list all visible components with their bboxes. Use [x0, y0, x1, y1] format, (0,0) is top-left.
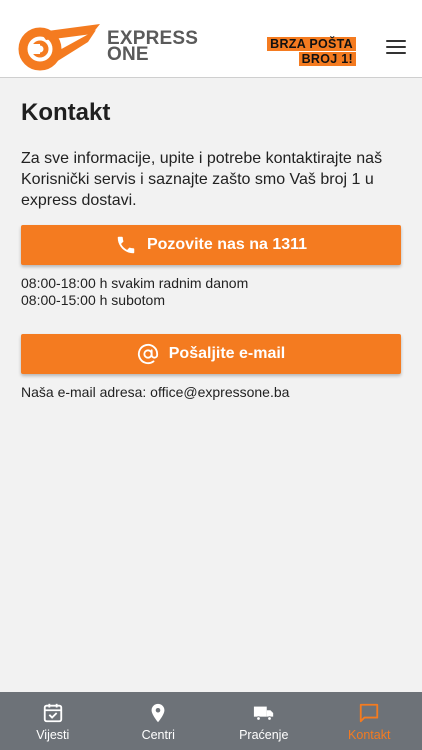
working-hours: 08:00-18:00 h svakim radnim danom 08:00-… [21, 275, 248, 309]
call-button-label: Pozovite nas na 1311 [146, 236, 308, 253]
tagline: BRZA POŠTA BROJ 1! [267, 35, 356, 66]
calendar-check-icon [43, 703, 62, 723]
at-sign-icon [137, 343, 158, 365]
nav-label-centri: Centri [141, 728, 175, 742]
top-header: EXPRESS ONE BRZA POŠTA BROJ 1! [0, 0, 422, 78]
nav-item-pracenje[interactable]: Praćenje [211, 692, 317, 750]
intro-text: Za sve informacije, upite i potrebe kont… [21, 150, 383, 209]
nav-item-vijesti[interactable]: Vijesti [0, 692, 106, 750]
app-root: EXPRESS ONE BRZA POŠTA BROJ 1! Kontakt Z… [0, 0, 422, 750]
tagline-line-1: BRZA POŠTA [267, 37, 356, 51]
nav-label-vijesti: Vijesti [36, 728, 70, 742]
nav-item-centri[interactable]: Centri [106, 692, 212, 750]
call-button[interactable]: Pozovite nas na 1311 [21, 225, 401, 265]
hours-weekdays: 08:00-18:00 h svakim radnim danom [21, 275, 249, 291]
nav-label-pracenje: Praćenje [239, 728, 289, 742]
email-address-text: Naša e-mail adresa: office@expressone.ba [21, 384, 290, 400]
hours-saturday: 08:00-15:00 h subotom [21, 292, 165, 308]
express-one-logo[interactable] [16, 22, 102, 74]
bottom-navigation: Vijesti Centri Praćenje Kontakt [0, 692, 422, 750]
brand-name: EXPRESS ONE [107, 29, 198, 65]
chat-icon [360, 703, 379, 723]
page-title: Kontakt [21, 99, 111, 126]
hamburger-menu-icon[interactable] [386, 40, 406, 56]
tagline-line-2: BROJ 1! [298, 52, 356, 66]
send-email-button[interactable]: Pošaljite e-mail [21, 334, 401, 374]
map-pin-icon [151, 703, 165, 723]
brand-line-2: ONE [107, 44, 149, 65]
truck-icon [253, 706, 273, 721]
phone-icon [117, 236, 135, 254]
email-button-label: Pošaljite e-mail [168, 345, 286, 362]
nav-item-kontakt[interactable]: Kontakt [317, 692, 422, 750]
nav-label-kontakt: Kontakt [348, 728, 391, 742]
